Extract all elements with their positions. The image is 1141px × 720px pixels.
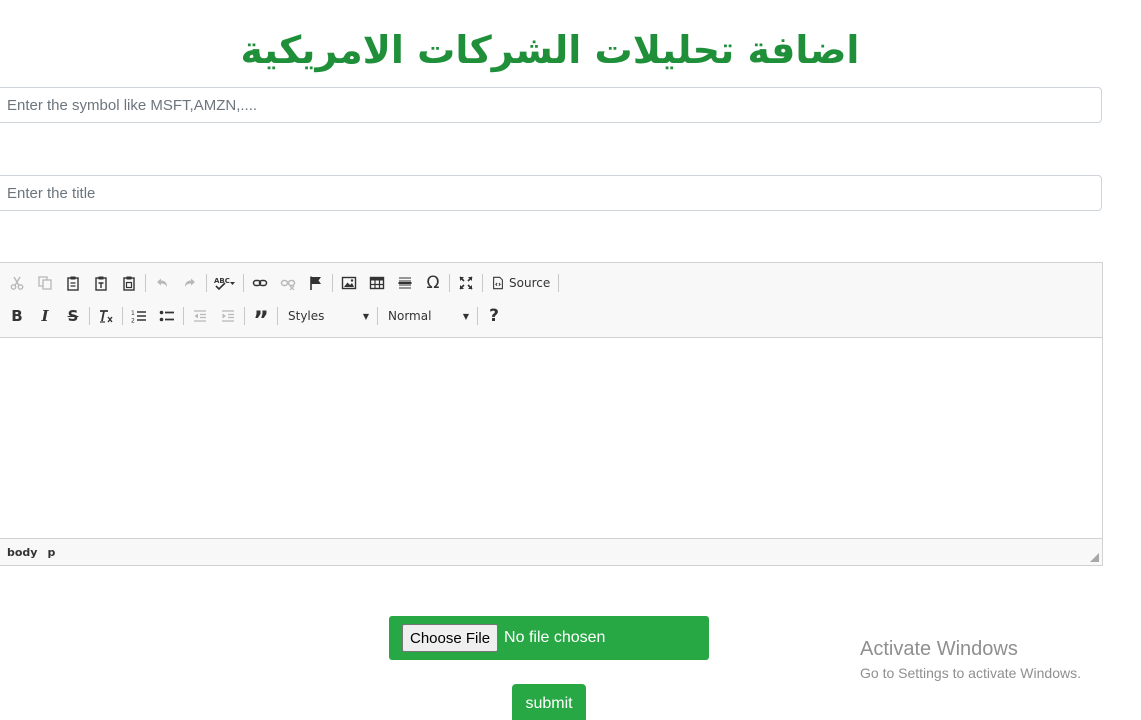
indent-icon[interactable] bbox=[214, 303, 242, 329]
editor-toolbar: ABC Ω Source B I S 1 2 ” Styles ▼ Normal… bbox=[0, 263, 1102, 338]
path-p[interactable]: p bbox=[47, 546, 55, 559]
toolbar-row-1: ABC Ω Source bbox=[3, 269, 561, 297]
toolbar-separator bbox=[377, 307, 378, 325]
file-status: No file chosen bbox=[504, 629, 606, 646]
page-title: اضافة تحليلات الشركات الامريكية bbox=[240, 28, 860, 72]
copy-icon[interactable] bbox=[31, 270, 59, 296]
undo-icon[interactable] bbox=[148, 270, 176, 296]
format-dropdown[interactable]: Normal ▼ bbox=[380, 304, 475, 328]
editor-content-area[interactable] bbox=[0, 338, 1102, 539]
bulleted-list-icon[interactable] bbox=[153, 303, 181, 329]
activate-windows-watermark: Activate Windows Go to Settings to activ… bbox=[860, 637, 1081, 683]
bold-icon[interactable]: B bbox=[3, 303, 31, 329]
toolbar-separator bbox=[332, 274, 333, 292]
file-upload[interactable]: Choose File No file chosen bbox=[389, 616, 709, 660]
help-icon[interactable]: ? bbox=[480, 303, 508, 329]
spellcheck-icon[interactable]: ABC bbox=[209, 270, 241, 296]
styles-label: Styles bbox=[288, 309, 325, 323]
paste-icon[interactable] bbox=[59, 270, 87, 296]
redo-icon[interactable] bbox=[176, 270, 204, 296]
rich-text-editor: ABC Ω Source B I S 1 2 ” Styles ▼ Normal… bbox=[0, 262, 1103, 566]
svg-text:ABC: ABC bbox=[214, 277, 230, 285]
toolbar-separator bbox=[482, 274, 483, 292]
italic-icon[interactable]: I bbox=[31, 303, 59, 329]
styles-dropdown[interactable]: Styles ▼ bbox=[280, 304, 375, 328]
submit-button[interactable]: submit bbox=[512, 684, 586, 720]
source-label: Source bbox=[509, 276, 551, 290]
toolbar-separator bbox=[477, 307, 478, 325]
unlink-icon[interactable] bbox=[274, 270, 302, 296]
path-body[interactable]: body bbox=[7, 546, 37, 559]
paste-text-icon[interactable] bbox=[87, 270, 115, 296]
remove-format-icon[interactable] bbox=[92, 303, 120, 329]
chevron-down-icon: ▼ bbox=[362, 311, 369, 321]
special-char-icon[interactable]: Ω bbox=[419, 270, 447, 296]
source-button[interactable]: Source bbox=[485, 270, 556, 296]
chevron-down-icon: ▼ bbox=[462, 311, 469, 321]
paste-word-icon[interactable] bbox=[115, 270, 143, 296]
toolbar-separator bbox=[206, 274, 207, 292]
toolbar-separator bbox=[243, 274, 244, 292]
outdent-icon[interactable] bbox=[186, 303, 214, 329]
strikethrough-icon[interactable]: S bbox=[59, 303, 87, 329]
toolbar-separator bbox=[122, 307, 123, 325]
toolbar-separator bbox=[145, 274, 146, 292]
resize-handle-icon[interactable] bbox=[1090, 553, 1099, 562]
toolbar-row-2: B I S 12 ” Styles ▼ Normal ▼ ? bbox=[3, 299, 508, 333]
image-icon[interactable] bbox=[335, 270, 363, 296]
link-icon[interactable] bbox=[246, 270, 274, 296]
svg-text:2: 2 bbox=[131, 318, 135, 325]
toolbar-separator bbox=[277, 307, 278, 325]
toolbar-separator bbox=[89, 307, 90, 325]
toolbar-separator bbox=[449, 274, 450, 292]
cut-icon[interactable] bbox=[3, 270, 31, 296]
toolbar-separator bbox=[183, 307, 184, 325]
anchor-icon[interactable] bbox=[302, 270, 330, 296]
editor-statusbar: body p bbox=[0, 538, 1102, 565]
horizontal-rule-icon[interactable] bbox=[391, 270, 419, 296]
toolbar-separator bbox=[244, 307, 245, 325]
choose-file-button[interactable]: Choose File bbox=[402, 624, 499, 652]
format-label: Normal bbox=[388, 309, 432, 323]
toolbar-separator bbox=[558, 274, 560, 292]
blockquote-icon[interactable]: ” bbox=[247, 299, 275, 333]
watermark-subtitle: Go to Settings to activate Windows. bbox=[860, 665, 1081, 681]
source-icon bbox=[493, 276, 503, 290]
svg-text:1: 1 bbox=[131, 310, 135, 317]
title-input[interactable] bbox=[0, 175, 1102, 211]
symbol-input[interactable] bbox=[0, 87, 1102, 123]
watermark-title: Activate Windows bbox=[860, 638, 1018, 660]
numbered-list-icon[interactable]: 12 bbox=[125, 303, 153, 329]
maximize-icon[interactable] bbox=[452, 270, 480, 296]
table-icon[interactable] bbox=[363, 270, 391, 296]
